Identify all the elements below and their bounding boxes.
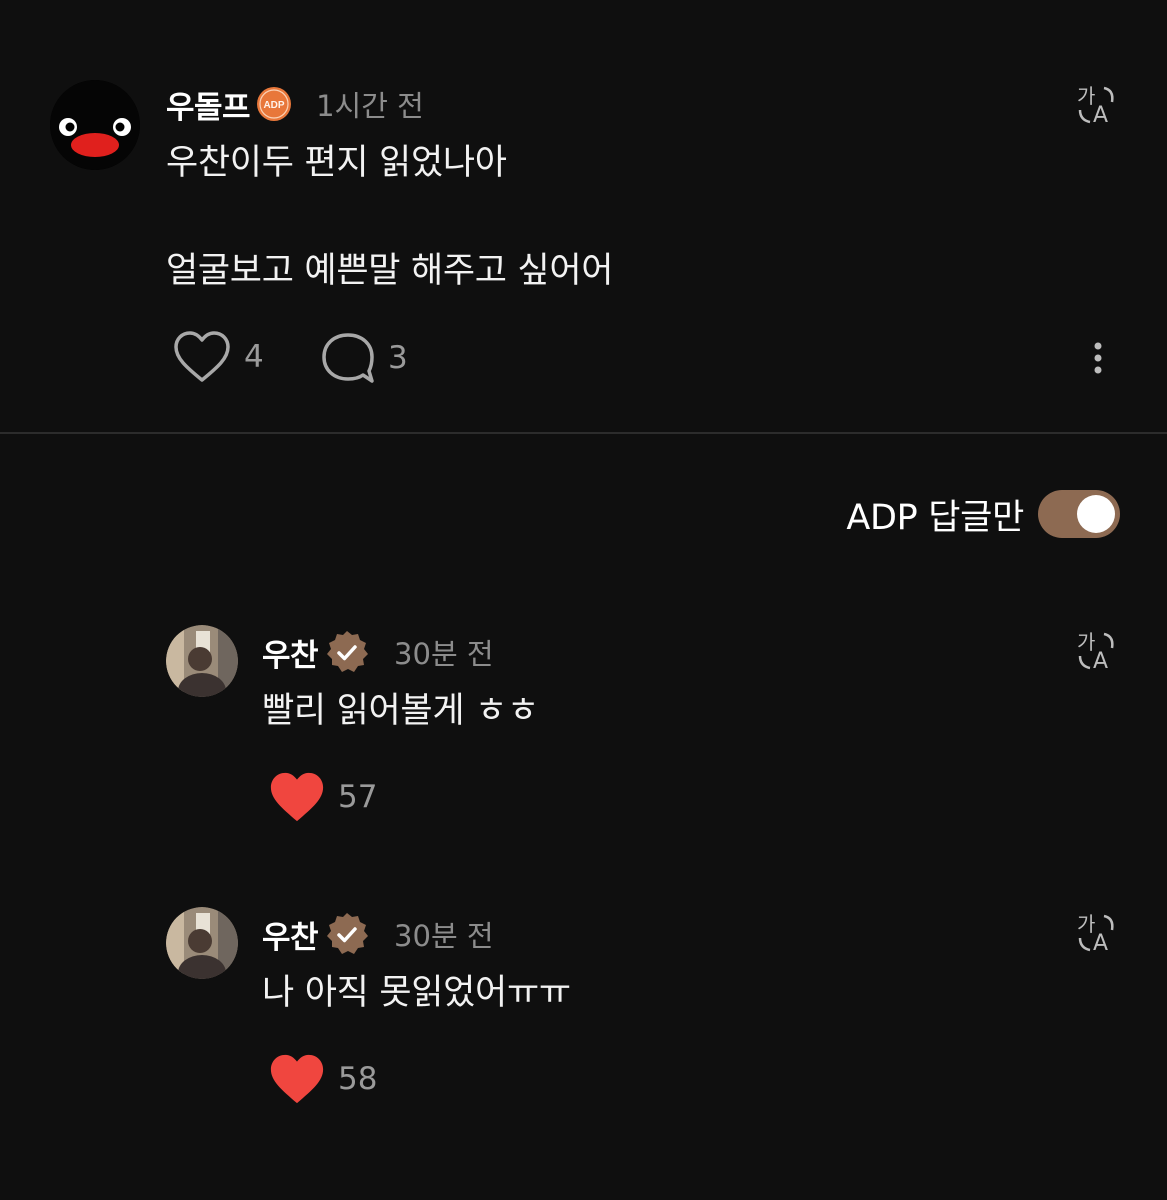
translate-button[interactable]: 가 A xyxy=(1072,908,1120,956)
reply-header: 우찬 30분 전 xyxy=(262,912,494,956)
svg-text:A: A xyxy=(1093,931,1108,954)
verified-badge-icon xyxy=(324,911,370,957)
heart-outline-icon xyxy=(174,331,230,382)
post-username[interactable]: 우돌프 xyxy=(166,82,251,127)
post-author-avatar[interactable] xyxy=(50,80,140,170)
translate-icon: 가 A xyxy=(1077,630,1114,672)
reply-like-count: 58 xyxy=(338,1061,378,1097)
reply-count: 3 xyxy=(388,340,408,376)
adp-replies-toggle[interactable] xyxy=(1038,490,1120,538)
reply-timestamp: 30분 전 xyxy=(394,637,494,671)
divider xyxy=(0,432,1167,434)
adp-replies-filter: ADP 답글만 xyxy=(846,488,1120,540)
like-button[interactable]: 4 xyxy=(172,330,264,384)
svg-text:A: A xyxy=(1093,649,1108,672)
reply-button[interactable]: 3 xyxy=(320,330,408,386)
reply-header: 우찬 30분 전 xyxy=(262,630,494,674)
reply-author-avatar[interactable] xyxy=(166,625,238,697)
reply-author-avatar[interactable] xyxy=(166,907,238,979)
verified-badge-icon xyxy=(324,629,370,675)
post-line: 얼굴보고 예쁜말 해주고 싶어어 xyxy=(166,251,614,291)
post-line-blank xyxy=(166,190,613,244)
more-options-button[interactable] xyxy=(1078,338,1118,378)
filter-label: ADP 답글만 xyxy=(846,497,1024,538)
adp-badge-icon: ADP xyxy=(256,86,292,122)
translate-button[interactable]: 가 A xyxy=(1072,80,1120,128)
post-header: 우돌프 ADP 1시간 전 xyxy=(166,82,424,126)
heart-filled-icon xyxy=(270,1054,324,1104)
translate-button[interactable]: 가 A xyxy=(1072,626,1120,674)
reply-body: 나 아직 못읽었어ㅠㅠ xyxy=(262,973,571,1013)
reply-like-button[interactable]: 58 xyxy=(268,1052,377,1106)
post-timestamp: 1시간 전 xyxy=(316,89,424,123)
post-line: 우찬이두 편지 읽었나아 xyxy=(166,143,507,183)
heart-filled-icon xyxy=(270,772,324,822)
reply-username[interactable]: 우찬 xyxy=(262,630,319,675)
reply-username[interactable]: 우찬 xyxy=(262,912,319,957)
reply-like-count: 57 xyxy=(338,779,378,815)
post-body: 우찬이두 편지 읽었나아 얼굴보고 예쁜말 해주고 싶어어 xyxy=(166,136,613,298)
comment-bubble-icon xyxy=(322,333,374,383)
adp-badge-text: ADP xyxy=(264,100,285,111)
more-vertical-icon xyxy=(1094,342,1102,374)
reply-body: 빨리 읽어볼게 ㅎㅎ xyxy=(262,691,539,731)
like-count: 4 xyxy=(244,339,264,375)
reply-like-button[interactable]: 57 xyxy=(268,770,377,824)
translate-icon: 가 A xyxy=(1077,912,1114,954)
toggle-knob xyxy=(1077,495,1115,533)
svg-text:A: A xyxy=(1093,103,1108,126)
translate-icon: 가 A xyxy=(1077,84,1114,126)
reply-timestamp: 30분 전 xyxy=(394,919,494,953)
